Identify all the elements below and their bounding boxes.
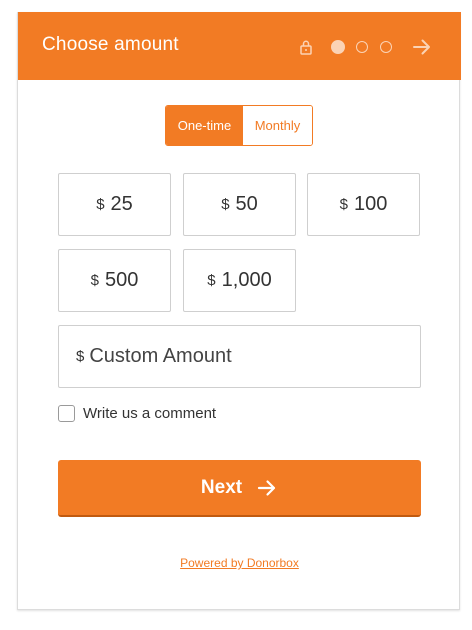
amount-value: 25 xyxy=(110,193,133,215)
comment-label[interactable]: Write us a comment xyxy=(83,405,216,422)
amount-option-100[interactable]: $ 100 xyxy=(307,173,420,236)
currency-symbol: $ xyxy=(339,196,348,213)
step-dot-3 xyxy=(380,41,392,53)
currency-symbol: $ xyxy=(207,272,216,289)
comment-option: Write us a comment xyxy=(58,403,216,423)
currency-symbol: $ xyxy=(96,196,105,213)
frequency-toggle: One-time Monthly xyxy=(165,105,313,146)
powered-by-link[interactable]: Powered by Donorbox xyxy=(18,556,461,570)
next-button[interactable]: Next xyxy=(58,460,421,517)
amount-value: 500 xyxy=(104,269,139,291)
monthly-button[interactable]: Monthly xyxy=(242,106,312,145)
currency-symbol: $ xyxy=(221,196,230,213)
next-button-label: Next xyxy=(200,476,243,498)
custom-amount-placeholder: Custom Amount xyxy=(89,345,232,367)
donation-form-card: Choose amount One-time Monthly $ 25 $ 50… xyxy=(17,12,461,610)
amount-option-1000[interactable]: $ 1,000 xyxy=(183,249,296,312)
custom-amount-input[interactable]: $ Custom Amount xyxy=(58,325,421,388)
amount-value: 100 xyxy=(353,193,388,215)
form-header: Choose amount xyxy=(18,12,461,80)
arrow-right-icon xyxy=(257,479,276,496)
amount-value: 1,000 xyxy=(221,269,272,291)
arrow-right-icon[interactable] xyxy=(411,36,433,58)
step-dot-2 xyxy=(356,41,368,53)
amount-option-25[interactable]: $ 25 xyxy=(58,173,171,236)
lock-icon xyxy=(300,40,312,55)
currency-symbol: $ xyxy=(76,348,85,365)
page-title: Choose amount xyxy=(42,34,179,55)
one-time-button[interactable]: One-time xyxy=(166,106,243,145)
comment-checkbox[interactable] xyxy=(58,404,75,422)
amount-value: 50 xyxy=(235,193,258,215)
step-dot-1 xyxy=(331,40,345,54)
currency-symbol: $ xyxy=(90,272,99,289)
amount-option-50[interactable]: $ 50 xyxy=(183,173,296,236)
amount-option-500[interactable]: $ 500 xyxy=(58,249,171,312)
